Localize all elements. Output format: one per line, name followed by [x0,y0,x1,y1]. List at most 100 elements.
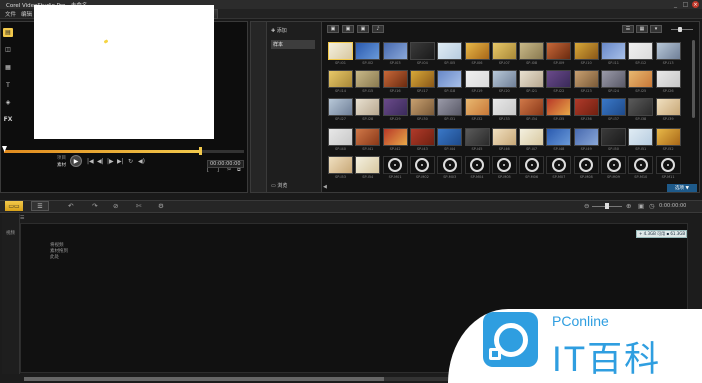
media-thumbnail[interactable] [409,128,435,146]
media-thumbnail[interactable] [601,98,626,116]
play-button[interactable]: ▶ [70,155,82,167]
sort-icon[interactable]: ▾ [650,25,662,33]
record-capture-icon[interactable]: ⊘ [113,202,118,210]
media-thumbnail[interactable] [491,42,517,60]
trim-end-handle[interactable] [199,147,202,155]
media-thumbnail[interactable] [491,70,517,88]
volume-icon[interactable]: ◀) [138,158,145,165]
media-thumbnail[interactable] [519,70,545,88]
import-media-icon[interactable]: ▣ [327,25,339,33]
options-button[interactable]: 选项 ▼ [667,184,697,192]
media-thumbnail[interactable] [437,128,463,146]
smart-proxy-icon[interactable]: ⚙ [158,202,164,210]
media-thumbnail[interactable] [491,98,517,116]
media-thumbnail[interactable] [573,70,599,88]
media-thumbnail[interactable] [546,70,572,88]
thumbnail-size-knob[interactable] [678,27,682,32]
media-thumbnail[interactable] [464,128,490,146]
media-thumbnail[interactable] [355,70,381,88]
fit-project-icon[interactable]: ▣ [638,202,644,210]
graphic-icon[interactable]: ◈ [3,98,13,107]
maximize-button[interactable]: □ [682,1,689,8]
auto-music-icon[interactable]: ✄ [136,202,141,210]
media-thumbnail[interactable] [382,98,408,116]
media-thumbnail[interactable] [655,70,681,88]
media-thumbnail[interactable] [628,42,654,60]
media-thumbnail[interactable] [382,128,408,146]
zoom-out-icon[interactable]: ⊖ [584,202,589,210]
media-thumbnail[interactable] [628,98,654,116]
media-thumbnail[interactable] [409,42,435,60]
add-folder-button[interactable]: ✚ 添加 [271,27,287,34]
transition-icon[interactable]: ▦ [3,63,13,72]
show-photos-icon[interactable]: ▣ [357,25,369,33]
audio-clip-thumbnail[interactable] [409,156,435,174]
show-audio-icon[interactable]: ♪ [372,25,384,33]
media-thumbnail[interactable] [519,98,545,116]
repeat-icon[interactable]: ↻ [128,158,133,165]
media-thumbnail[interactable] [328,98,353,116]
media-thumbnail[interactable] [573,42,599,60]
timeline-zoom-knob[interactable] [605,203,609,209]
preview-timecode[interactable]: 00:00:00:00 [207,160,244,168]
filter-icon[interactable]: FX [3,115,13,124]
media-thumbnail[interactable] [546,98,572,116]
media-icon[interactable]: ▤ [3,28,13,37]
audio-clip-thumbnail[interactable] [573,156,599,174]
audio-clip-thumbnail[interactable] [382,156,408,174]
audio-clip-thumbnail[interactable] [601,156,626,174]
show-videos-icon[interactable]: ▣ [342,25,354,33]
media-thumbnail[interactable] [355,128,381,146]
media-thumbnail[interactable] [601,70,626,88]
media-thumbnail[interactable] [355,42,381,60]
timeline-scrollbar-thumb[interactable] [24,377,384,381]
prev-frame-button[interactable]: ◀| [97,158,104,165]
menu-file[interactable]: 文件 [5,10,16,18]
storyboard-view-icon[interactable]: ▭▭ [5,201,23,211]
audio-clip-thumbnail[interactable] [628,156,654,174]
media-thumbnail[interactable] [519,128,545,146]
gallery-scrollbar[interactable] [692,40,695,118]
media-thumbnail[interactable] [328,42,353,60]
audio-clip-thumbnail[interactable] [464,156,490,174]
media-thumbnail[interactable] [464,98,490,116]
media-thumbnail[interactable] [546,42,572,60]
track-manager-icon[interactable]: ☰ [20,215,24,221]
list-view-icon[interactable]: ☰ [622,25,634,33]
undo-icon[interactable]: ↶ [68,202,73,210]
media-thumbnail[interactable] [382,42,408,60]
media-thumbnail[interactable] [601,128,626,146]
media-thumbnail[interactable] [464,70,490,88]
media-thumbnail[interactable] [382,70,408,88]
media-thumbnail[interactable] [355,156,381,174]
timeline-view-icon[interactable]: ☰ [31,201,49,211]
media-thumbnail[interactable] [601,42,626,60]
media-thumbnail[interactable] [409,70,435,88]
media-thumbnail[interactable] [437,42,463,60]
audio-clip-thumbnail[interactable] [546,156,572,174]
media-thumbnail[interactable] [328,156,353,174]
instant-project-icon[interactable]: ◫ [3,45,13,54]
media-thumbnail[interactable] [328,70,353,88]
thumbnail-size-slider[interactable] [671,29,693,30]
audio-clip-thumbnail[interactable] [655,156,681,174]
audio-clip-thumbnail[interactable] [491,156,517,174]
media-thumbnail[interactable] [464,42,490,60]
media-thumbnail[interactable] [573,98,599,116]
title-icon[interactable]: T [3,81,13,90]
audio-clip-thumbnail[interactable] [519,156,545,174]
close-button[interactable]: × [692,1,699,8]
media-thumbnail[interactable] [409,98,435,116]
audio-clip-thumbnail[interactable] [437,156,463,174]
media-thumbnail[interactable] [519,42,545,60]
redo-icon[interactable]: ↷ [92,202,97,210]
media-thumbnail[interactable] [655,98,681,116]
thumbnail-view-icon[interactable]: ▦ [636,25,648,33]
media-thumbnail[interactable] [328,128,353,146]
media-thumbnail[interactable] [655,128,681,146]
media-thumbnail[interactable] [437,98,463,116]
media-thumbnail[interactable] [437,70,463,88]
media-thumbnail[interactable] [355,98,381,116]
media-thumbnail[interactable] [628,70,654,88]
collapse-arrow-icon[interactable]: ◀ [323,184,327,190]
